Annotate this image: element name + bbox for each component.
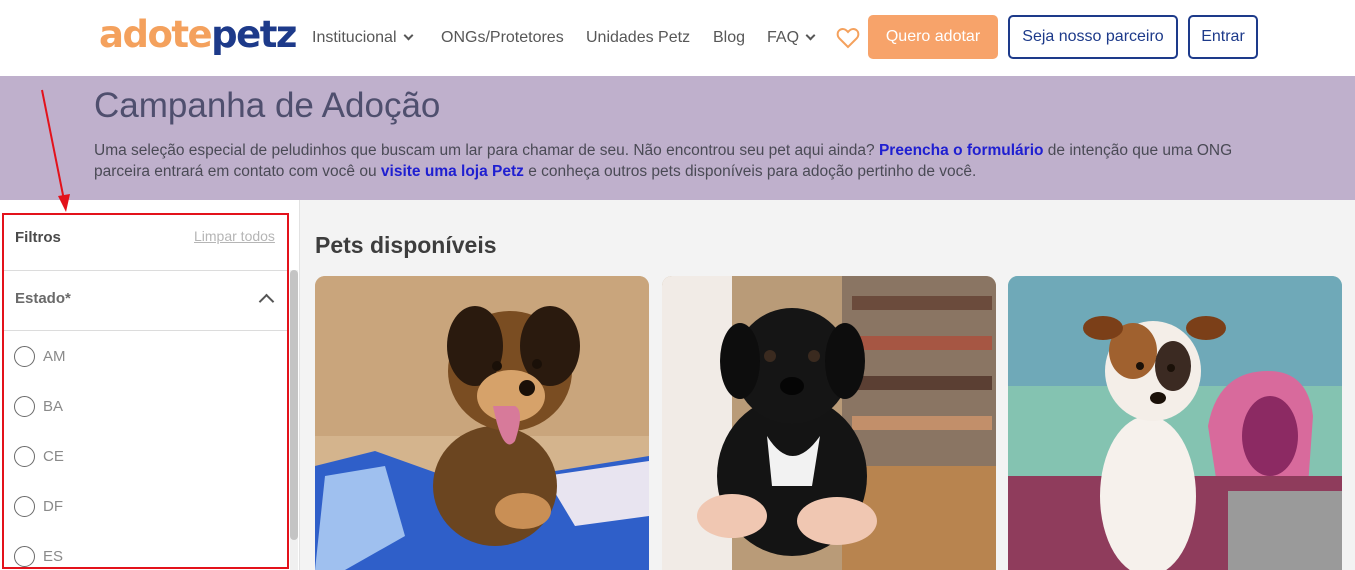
filters-scrollbar-thumb[interactable] bbox=[290, 270, 298, 540]
store-link[interactable]: visite uma loja Petz bbox=[381, 163, 524, 180]
site-header: adotepetz Institucional ONGs/Protetores … bbox=[0, 0, 1355, 76]
login-button[interactable]: Entrar bbox=[1188, 15, 1258, 59]
partner-button[interactable]: Seja nosso parceiro bbox=[1008, 15, 1178, 59]
page-title: Campanha de Adoção bbox=[94, 86, 441, 125]
annotation-highlight bbox=[2, 213, 289, 569]
chevron-down-icon bbox=[403, 30, 413, 40]
chevron-down-icon bbox=[805, 30, 816, 40]
pet-card[interactable] bbox=[1008, 276, 1342, 570]
adopt-button[interactable]: Quero adotar bbox=[868, 15, 998, 59]
nav-unidades-petz[interactable]: Unidades Petz bbox=[586, 0, 690, 76]
form-link[interactable]: Preencha o formulário bbox=[879, 142, 1044, 159]
nav-institucional[interactable]: Institucional bbox=[312, 0, 413, 76]
annotation-arrow-icon bbox=[41, 89, 70, 212]
nav-ongs-protetores[interactable]: ONGs/Protetores bbox=[441, 0, 564, 76]
pet-card[interactable] bbox=[315, 276, 649, 570]
pet-card[interactable] bbox=[662, 276, 996, 570]
pet-photo bbox=[315, 276, 649, 570]
pet-photo bbox=[662, 276, 996, 570]
nav-faq[interactable]: FAQ bbox=[767, 0, 816, 76]
logo[interactable]: adotepetz bbox=[99, 12, 297, 58]
campaign-banner: Campanha de Adoção Uma seleção especial … bbox=[0, 76, 1355, 200]
pets-title: Pets disponíveis bbox=[315, 232, 497, 258]
heart-icon[interactable] bbox=[836, 27, 860, 49]
pet-photo bbox=[1008, 276, 1342, 570]
banner-description: Uma seleção especial de peludinhos que b… bbox=[94, 142, 1233, 180]
nav-blog[interactable]: Blog bbox=[713, 0, 745, 76]
